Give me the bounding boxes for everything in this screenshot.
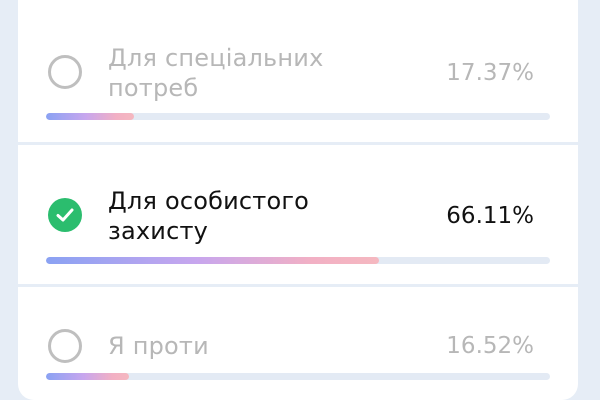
poll-option-percent: 17.37% — [446, 60, 534, 86]
poll-card: Для спеціальних потреб 17.37% Для особис… — [18, 0, 578, 400]
poll-option-percent: 66.11% — [446, 203, 534, 229]
poll-option-special-needs[interactable]: Для спеціальних потреб 17.37% — [18, 0, 578, 142]
poll-result-bar — [46, 113, 550, 120]
poll-option-against[interactable]: Я проти 16.52% — [18, 287, 578, 400]
checkmark-icon — [56, 208, 74, 222]
poll-result-bar — [46, 373, 550, 380]
poll-option-personal-protection[interactable]: Для особистого захисту 66.11% — [18, 145, 578, 284]
poll-result-bar-fill — [46, 113, 134, 120]
poll-option-label: Для спеціальних потреб — [108, 44, 324, 102]
radio-unchecked-icon[interactable] — [48, 329, 82, 363]
radio-unchecked-icon[interactable] — [48, 55, 82, 89]
radio-checked-icon[interactable] — [48, 198, 82, 232]
poll-result-bar — [46, 257, 550, 264]
poll-option-label: Для особистого захисту — [108, 187, 310, 245]
poll-result-bar-fill — [46, 373, 130, 380]
poll-option-percent: 16.52% — [446, 333, 534, 359]
poll-option-label: Я проти — [108, 332, 209, 360]
poll-result-bar-fill — [46, 257, 380, 264]
